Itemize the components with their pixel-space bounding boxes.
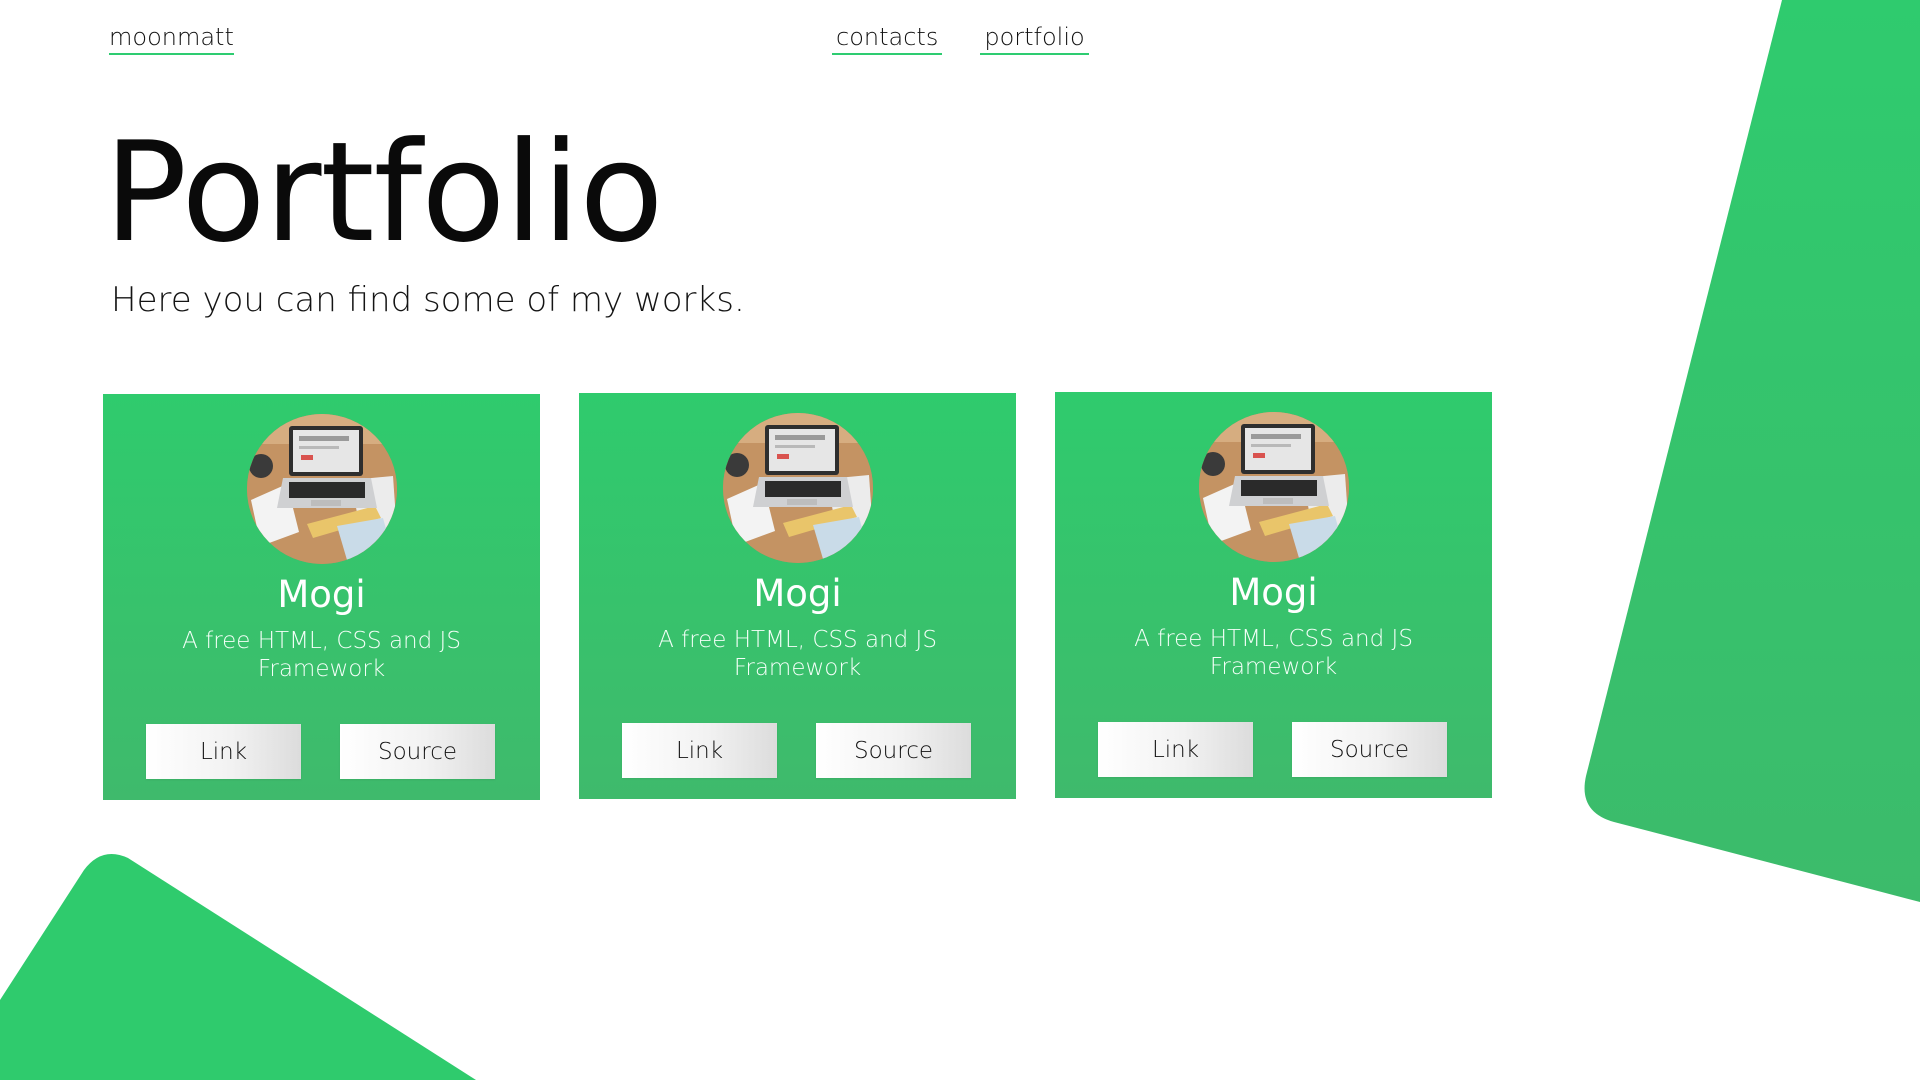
project-card: Mogi A free HTML, CSS and JS Framework L… <box>103 394 540 800</box>
project-source-button[interactable]: Source <box>816 723 971 778</box>
project-link-button[interactable]: Link <box>622 723 777 778</box>
decorative-shape-bottom-left <box>0 854 476 1080</box>
project-description: A free HTML, CSS and JS Framework <box>1134 626 1413 680</box>
project-description: A free HTML, CSS and JS Framework <box>182 628 461 682</box>
project-title: Mogi <box>753 572 842 615</box>
project-thumbnail-image <box>723 413 873 563</box>
portfolio-cards: Mogi A free HTML, CSS and JS Framework L… <box>103 392 1493 802</box>
nav-link-contacts[interactable]: contacts <box>832 22 943 55</box>
project-card: Mogi A free HTML, CSS and JS Framework L… <box>579 393 1016 799</box>
project-title: Mogi <box>1229 571 1318 614</box>
project-source-button[interactable]: Source <box>1292 722 1447 777</box>
project-link-button[interactable]: Link <box>1098 722 1253 777</box>
nav-link-portfolio[interactable]: portfolio <box>980 22 1089 55</box>
project-link-button[interactable]: Link <box>146 724 301 779</box>
brand-logo-link[interactable]: moonmatt <box>109 22 234 55</box>
project-thumbnail-image <box>1199 412 1349 562</box>
project-card: Mogi A free HTML, CSS and JS Framework L… <box>1055 392 1492 798</box>
decorative-shape-right <box>1584 0 1920 902</box>
page-subtitle: Here you can find some of my works. <box>111 280 745 320</box>
page-title: Portfolio <box>104 112 664 273</box>
project-description: A free HTML, CSS and JS Framework <box>658 627 937 681</box>
main-nav: contacts portfolio <box>832 22 1089 55</box>
project-source-button[interactable]: Source <box>340 724 495 779</box>
project-title: Mogi <box>277 573 366 616</box>
project-thumbnail-image <box>247 414 397 564</box>
